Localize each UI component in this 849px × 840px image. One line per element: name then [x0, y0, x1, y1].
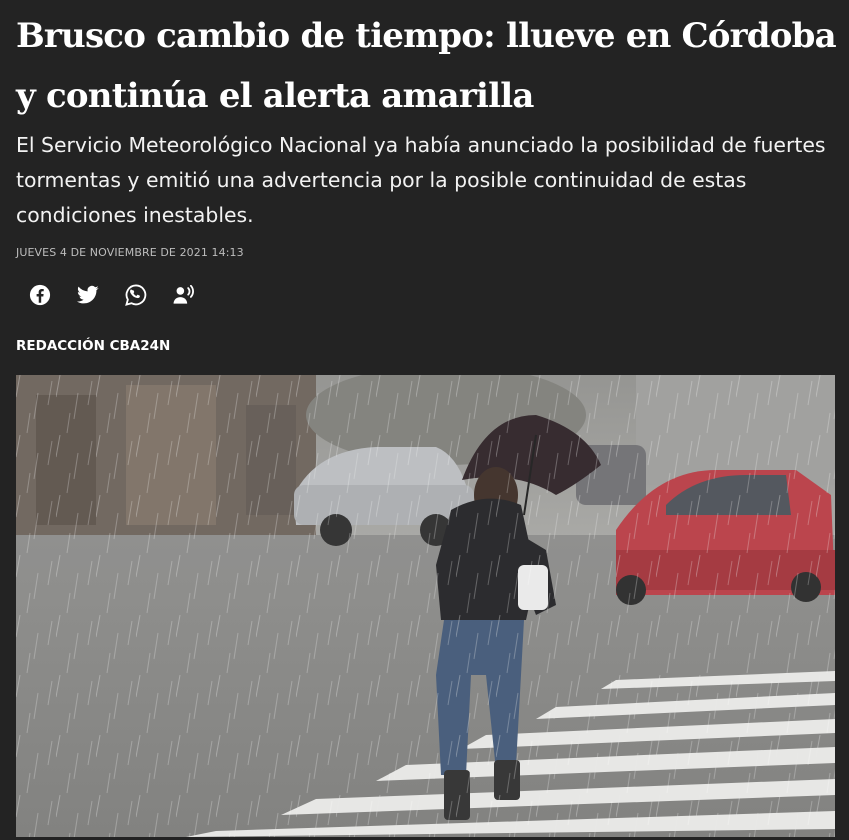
article-author: REDACCIÓN CBA24N [16, 338, 171, 354]
share-whatsapp-button[interactable] [122, 281, 150, 309]
article-headline: Brusco cambio de tiempo: llueve en Córdo… [16, 16, 837, 116]
article-photo [16, 375, 835, 837]
listen-audio-icon [173, 285, 194, 304]
share-twitter-button[interactable] [74, 281, 102, 309]
twitter-icon [77, 285, 99, 304]
share-bar [26, 281, 218, 309]
article-dateline: JUEVES 4 DE NOVIEMBRE DE 2021 14:13 [16, 246, 244, 259]
rainy-street-image [16, 375, 835, 837]
share-facebook-button[interactable] [26, 281, 54, 309]
facebook-icon [29, 284, 51, 306]
whatsapp-icon [125, 284, 147, 306]
listen-audio-button[interactable] [170, 281, 198, 309]
article-subtitle: El Servicio Meteorológico Nacional ya ha… [16, 133, 826, 227]
article: Brusco cambio de tiempo: llueve en Córdo… [0, 0, 849, 840]
